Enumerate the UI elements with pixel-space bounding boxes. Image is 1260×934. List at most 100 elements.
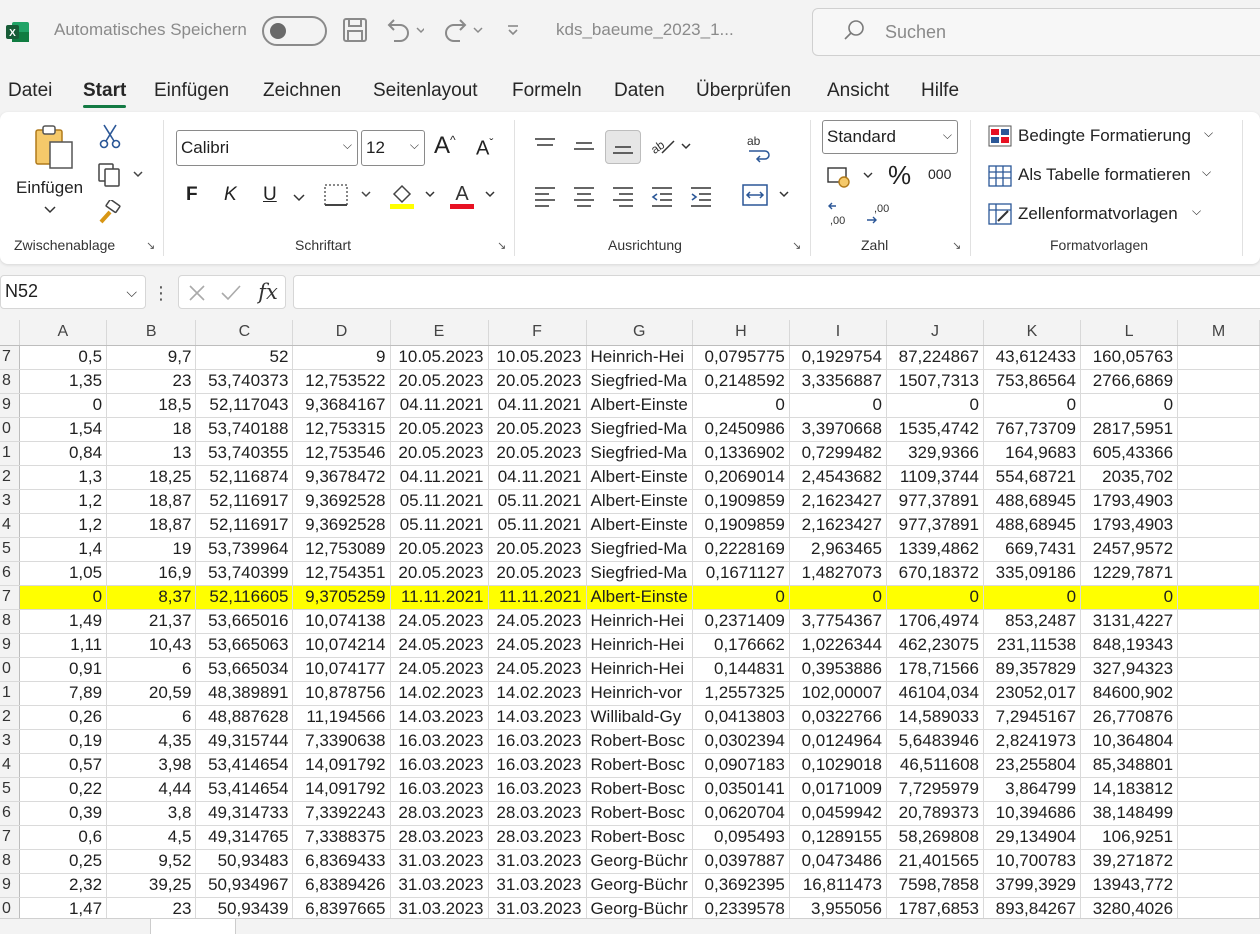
cell-e[interactable]: 05.11.2021	[390, 489, 489, 514]
cell-i[interactable]: 0,1029018	[789, 753, 887, 778]
column-header-b[interactable]: B	[106, 320, 197, 346]
decrease-indent-icon[interactable]	[647, 182, 677, 210]
cut-icon[interactable]	[97, 122, 123, 150]
more-options-icon[interactable]: ⋮	[152, 282, 170, 304]
cell-h[interactable]: 0,0397887	[692, 849, 790, 874]
cell-m[interactable]	[1177, 849, 1260, 874]
row-header[interactable]: 2	[0, 465, 20, 490]
cell-b[interactable]: 16,9	[106, 561, 197, 586]
cell-c[interactable]: 53,665016	[195, 609, 294, 634]
cell-g[interactable]: Siegfried-Ma	[586, 417, 693, 442]
italic-button[interactable]: K	[224, 184, 237, 206]
cell-b[interactable]: 13	[106, 441, 197, 466]
cell-h[interactable]: 0,2069014	[692, 465, 790, 490]
cell-h[interactable]: 0,095493	[692, 825, 790, 850]
cell-f[interactable]: 20.05.2023	[488, 537, 587, 562]
row-header[interactable]: 6	[0, 801, 20, 826]
cell-m[interactable]	[1177, 585, 1260, 610]
cell-m[interactable]	[1177, 345, 1260, 370]
tab-datei[interactable]: Datei	[8, 80, 52, 102]
cell-m[interactable]	[1177, 825, 1260, 850]
cell-h[interactable]: 0	[692, 393, 790, 418]
cell-a[interactable]: 2,32	[19, 873, 108, 898]
cell-m[interactable]	[1177, 513, 1260, 538]
cell-k[interactable]: 43,612433	[983, 345, 1082, 370]
cell-i[interactable]: 0,0171009	[789, 777, 887, 802]
cell-m[interactable]	[1177, 441, 1260, 466]
cell-d[interactable]: 9,3684167	[292, 393, 391, 418]
cell-f[interactable]: 14.03.2023	[488, 705, 587, 730]
column-header-g[interactable]: G	[586, 320, 693, 346]
underline-button[interactable]: U	[263, 184, 277, 206]
cell-g[interactable]: Heinrich-Hei	[586, 345, 693, 370]
cell-k[interactable]: 488,68945	[983, 513, 1082, 538]
cell-k[interactable]: 753,86564	[983, 369, 1082, 394]
cell-k[interactable]: 7,2945167	[983, 705, 1082, 730]
cell-a[interactable]: 0	[19, 585, 108, 610]
cell-j[interactable]: 46104,034	[886, 681, 984, 706]
cell-d[interactable]: 14,091792	[292, 777, 391, 802]
cell-e[interactable]: 16.03.2023	[390, 729, 489, 754]
cell-k[interactable]: 10,700783	[983, 849, 1082, 874]
cell-b[interactable]: 9,52	[106, 849, 197, 874]
cell-i[interactable]: 2,4543682	[789, 465, 887, 490]
cell-b[interactable]: 3,8	[106, 801, 197, 826]
cell-c[interactable]: 52,116917	[195, 513, 294, 538]
cell-m[interactable]	[1177, 465, 1260, 490]
cell-a[interactable]: 0,5	[19, 345, 108, 370]
cell-m[interactable]	[1177, 657, 1260, 682]
cell-table[interactable]: ABCDEFGHIJKLM 7 0,5 9,7 52 9 10.05.2023 10.05.…	[0, 320, 1260, 922]
bold-button[interactable]: F	[186, 184, 198, 206]
cell-l[interactable]: 2457,9572	[1080, 537, 1179, 562]
file-name[interactable]: kds_baeume_2023_1...	[556, 20, 734, 40]
cell-a[interactable]: 1,11	[19, 633, 108, 658]
select-all-corner[interactable]	[0, 320, 20, 346]
row-header[interactable]: 6	[0, 561, 20, 586]
tab-zeichnen[interactable]: Zeichnen	[263, 80, 341, 102]
cell-h[interactable]: 0,144831	[692, 657, 790, 682]
cell-i[interactable]: 3,3356887	[789, 369, 887, 394]
column-header-e[interactable]: E	[390, 320, 489, 346]
cell-j[interactable]: 1339,4862	[886, 537, 984, 562]
increase-indent-icon[interactable]	[686, 182, 716, 210]
cell-a[interactable]: 0	[19, 393, 108, 418]
cell-e[interactable]: 10.05.2023	[390, 345, 489, 370]
cell-h[interactable]: 0,0795775	[692, 345, 790, 370]
cell-i[interactable]: 1,4827073	[789, 561, 887, 586]
cell-l[interactable]: 0	[1080, 585, 1179, 610]
cell-c[interactable]: 52	[195, 345, 294, 370]
cell-m[interactable]	[1177, 417, 1260, 442]
column-header-j[interactable]: J	[886, 320, 984, 346]
cell-f[interactable]: 05.11.2021	[488, 489, 587, 514]
cell-d[interactable]: 10,074214	[292, 633, 391, 658]
cell-g[interactable]: Robert-Bosc	[586, 729, 693, 754]
cell-a[interactable]: 1,2	[19, 489, 108, 514]
cell-d[interactable]: 7,3388375	[292, 825, 391, 850]
cell-l[interactable]: 327,94323	[1080, 657, 1179, 682]
align-middle-icon[interactable]	[569, 132, 599, 160]
cell-c[interactable]: 53,740355	[195, 441, 294, 466]
undo-icon[interactable]	[384, 17, 424, 43]
cell-h[interactable]: 0,2371409	[692, 609, 790, 634]
cell-k[interactable]: 3,864799	[983, 777, 1082, 802]
cell-g[interactable]: Robert-Bosc	[586, 825, 693, 850]
cell-l[interactable]: 84600,902	[1080, 681, 1179, 706]
redo-icon[interactable]	[442, 17, 486, 43]
cell-m[interactable]	[1177, 561, 1260, 586]
cell-m[interactable]	[1177, 705, 1260, 730]
increase-decimal-icon[interactable]: ,00	[826, 200, 856, 228]
cell-l[interactable]: 1229,7871	[1080, 561, 1179, 586]
paste-dropdown-icon[interactable]	[40, 202, 60, 218]
cell-i[interactable]: 2,1623427	[789, 513, 887, 538]
cell-a[interactable]: 0,26	[19, 705, 108, 730]
cell-j[interactable]: 20,789373	[886, 801, 984, 826]
accounting-format-icon[interactable]	[826, 162, 878, 190]
cell-h[interactable]: 0,2450986	[692, 417, 790, 442]
cell-k[interactable]: 554,68721	[983, 465, 1082, 490]
font-color-icon[interactable]: A	[448, 180, 500, 210]
cell-c[interactable]: 53,740373	[195, 369, 294, 394]
cell-f[interactable]: 16.03.2023	[488, 729, 587, 754]
cell-b[interactable]: 8,37	[106, 585, 197, 610]
cell-c[interactable]: 53,414654	[195, 753, 294, 778]
cell-c[interactable]: 52,117043	[195, 393, 294, 418]
